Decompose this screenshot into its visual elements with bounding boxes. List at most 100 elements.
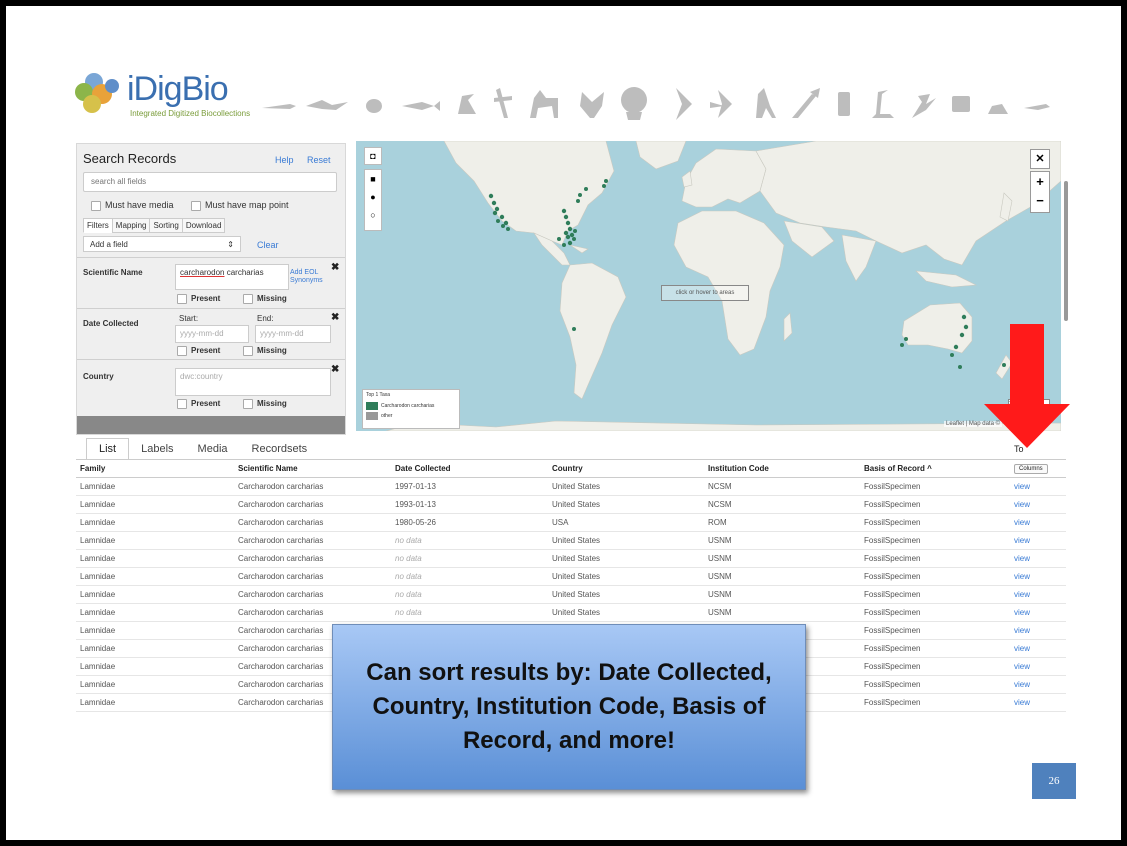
circle-tool-icon[interactable]: ○ bbox=[365, 206, 381, 224]
tab-sorting[interactable]: Sorting bbox=[149, 218, 183, 233]
scientific-name-species: carcharias bbox=[224, 268, 264, 277]
idigbio-logo[interactable]: iDigBio Integrated Digitized Biocollecti… bbox=[72, 64, 252, 124]
table-row[interactable]: Lamnidae Carcharodon carcharias no data Uni… bbox=[76, 585, 1066, 604]
checkbox[interactable] bbox=[177, 346, 187, 356]
cell-scientific-name: Carcharodon carcharias bbox=[234, 585, 391, 604]
end-date-input[interactable]: yyyy-mm-dd bbox=[255, 325, 331, 343]
start-date-input[interactable]: yyyy-mm-dd bbox=[175, 325, 249, 343]
country-input[interactable]: dwc:country bbox=[175, 368, 331, 396]
tab-list[interactable]: List bbox=[86, 438, 130, 460]
fullscreen-close-icon[interactable]: ✕ bbox=[1030, 149, 1050, 169]
tab-media[interactable]: Media bbox=[186, 439, 240, 459]
end-label: End: bbox=[257, 314, 274, 323]
view-link[interactable]: view bbox=[1010, 567, 1066, 586]
remove-filter-icon[interactable]: ✖ bbox=[331, 262, 339, 273]
present-option[interactable]: Present bbox=[177, 346, 220, 356]
cell-institution-code: NCSM bbox=[704, 477, 860, 496]
view-link[interactable]: view bbox=[1010, 657, 1066, 676]
cell-date-collected: no data bbox=[391, 567, 548, 586]
cell-basis-of-record: FossilSpecimen bbox=[860, 675, 1010, 694]
remove-filter-icon[interactable]: ✖ bbox=[331, 364, 339, 375]
missing-label: Missing bbox=[257, 399, 287, 409]
reset-link[interactable]: Reset bbox=[307, 155, 331, 165]
table-row[interactable]: Lamnidae Carcharodon carcharias no data Uni… bbox=[76, 531, 1066, 550]
checkbox[interactable] bbox=[177, 399, 187, 409]
tab-recordsets[interactable]: Recordsets bbox=[240, 439, 320, 459]
view-link[interactable]: view bbox=[1010, 477, 1066, 496]
legend-taxon: Carcharodon carcharias bbox=[381, 403, 435, 409]
missing-option[interactable]: Missing bbox=[243, 346, 287, 356]
map-draw-tools[interactable]: ■ ● ○ bbox=[364, 169, 382, 231]
cell-basis-of-record: FossilSpecimen bbox=[860, 513, 1010, 532]
zoom-out-icon[interactable]: − bbox=[1031, 191, 1049, 210]
table-row[interactable]: Lamnidae Carcharodon carcharias no data Uni… bbox=[76, 567, 1066, 586]
missing-option[interactable]: Missing bbox=[243, 294, 287, 304]
view-link[interactable]: view bbox=[1010, 639, 1066, 658]
add-eol-synonyms-link[interactable]: Add EOL Synonyms bbox=[290, 269, 323, 285]
cell-family: Lamnidae bbox=[76, 693, 234, 712]
view-link[interactable]: view bbox=[1010, 621, 1066, 640]
table-row[interactable]: Lamnidae Carcharodon carcharias 1997-01-13… bbox=[76, 477, 1066, 496]
date-collected-label: Date Collected bbox=[83, 319, 139, 328]
square-tool-icon[interactable]: ■ bbox=[365, 170, 381, 188]
search-all-fields[interactable] bbox=[83, 172, 337, 192]
checkbox[interactable] bbox=[243, 399, 253, 409]
cell-institution-code: USNM bbox=[704, 585, 860, 604]
header-basis-of-record[interactable]: Basis of Record ^ bbox=[860, 460, 1010, 478]
columns-button[interactable]: Columns bbox=[1014, 464, 1048, 474]
checkbox[interactable] bbox=[243, 346, 253, 356]
view-link[interactable]: view bbox=[1010, 531, 1066, 550]
view-link[interactable]: view bbox=[1010, 585, 1066, 604]
organism-silhouettes-banner bbox=[262, 87, 1050, 120]
header-country[interactable]: Country bbox=[548, 460, 704, 478]
country-label: Country bbox=[83, 372, 114, 381]
present-option[interactable]: Present bbox=[177, 294, 220, 304]
view-link[interactable]: view bbox=[1010, 693, 1066, 712]
table-row[interactable]: Lamnidae Carcharodon carcharias 1980-05-26… bbox=[76, 513, 1066, 532]
remove-filter-icon[interactable]: ✖ bbox=[331, 312, 339, 323]
zoom-in-icon[interactable]: + bbox=[1031, 172, 1049, 191]
zoom-control: + − bbox=[1030, 171, 1050, 213]
missing-option[interactable]: Missing bbox=[243, 399, 287, 409]
tab-filters[interactable]: Filters bbox=[83, 218, 113, 233]
table-row[interactable]: Lamnidae Carcharodon carcharias 1993-01-13… bbox=[76, 495, 1066, 514]
view-link[interactable]: view bbox=[1010, 603, 1066, 622]
clear-link[interactable]: Clear bbox=[257, 240, 279, 250]
search-input[interactable] bbox=[89, 176, 333, 187]
point-tool-icon[interactable]: ● bbox=[365, 188, 381, 206]
scientific-name-field[interactable]: carcharodon carcharias bbox=[175, 264, 289, 290]
present-option[interactable]: Present bbox=[177, 399, 220, 409]
checkbox[interactable] bbox=[91, 200, 101, 211]
callout-text: Can sort results by: Date Collected, Cou… bbox=[366, 659, 772, 754]
must-have-media-option[interactable]: Must have media bbox=[91, 200, 174, 211]
table-row[interactable]: Lamnidae Carcharodon carcharias no data Uni… bbox=[76, 603, 1066, 622]
must-have-map-point-option[interactable]: Must have map point bbox=[191, 200, 289, 211]
search-panel-tabs: Filters Mapping Sorting Download bbox=[83, 218, 226, 233]
cell-date-collected: no data bbox=[391, 531, 548, 550]
checkbox[interactable] bbox=[191, 200, 201, 211]
tab-labels[interactable]: Labels bbox=[129, 439, 185, 459]
table-row[interactable]: Lamnidae Carcharodon carcharias no data Uni… bbox=[76, 549, 1066, 568]
logo-text: iDigBio bbox=[127, 70, 229, 108]
camera-icon[interactable]: ◘ bbox=[364, 147, 382, 165]
checkbox[interactable] bbox=[177, 294, 187, 304]
header-date-collected[interactable]: Date Collected bbox=[391, 460, 548, 478]
header-institution-code[interactable]: Institution Code bbox=[704, 460, 860, 478]
add-field-select[interactable]: Add a field ⇕ bbox=[83, 236, 241, 252]
header-family[interactable]: Family bbox=[76, 460, 234, 478]
view-link[interactable]: view bbox=[1010, 549, 1066, 568]
header-scientific-name[interactable]: Scientific Name bbox=[234, 460, 391, 478]
cell-date-collected: no data bbox=[391, 603, 548, 622]
result-tabs: List Labels Media Recordsets bbox=[86, 438, 319, 460]
cell-country: United States bbox=[548, 477, 704, 496]
view-link[interactable]: view bbox=[1010, 513, 1066, 532]
view-link[interactable]: view bbox=[1010, 495, 1066, 514]
records-map[interactable]: ◘ ■ ● ○ ✕ + − click or hover to areas To… bbox=[356, 141, 1061, 431]
cell-country: United States bbox=[548, 603, 704, 622]
checkbox[interactable] bbox=[243, 294, 253, 304]
view-link[interactable]: view bbox=[1010, 675, 1066, 694]
page-scrollbar[interactable] bbox=[1064, 181, 1068, 321]
tab-download[interactable]: Download bbox=[181, 218, 226, 233]
help-link[interactable]: Help bbox=[275, 155, 294, 165]
tab-mapping[interactable]: Mapping bbox=[111, 218, 151, 233]
